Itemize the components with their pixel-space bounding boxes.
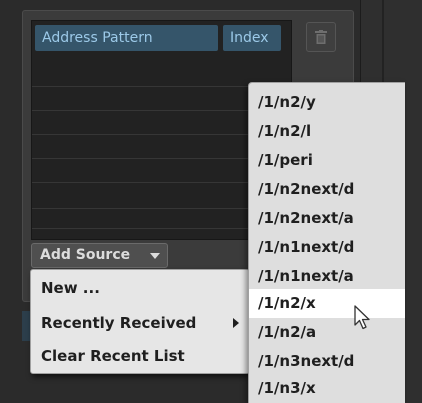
submenu-item[interactable]: /1/n1next/a <box>249 262 405 291</box>
menu-item-new[interactable]: New ... <box>31 272 249 304</box>
submenu-item[interactable]: /1/n3/x <box>249 374 405 403</box>
submenu-item[interactable]: /1/n2/a <box>249 318 405 347</box>
triangle-right-icon <box>233 318 239 328</box>
menu-item-recently-received[interactable]: Recently Received <box>31 307 249 339</box>
column-header-index[interactable]: Index <box>223 25 281 51</box>
submenu-item[interactable]: /1/peri <box>249 146 405 175</box>
menu-item-clear-recent-list[interactable]: Clear Recent List <box>31 340 249 372</box>
add-source-label: Add Source <box>40 247 131 263</box>
add-source-button[interactable]: Add Source <box>31 243 168 268</box>
menu-item-label: Clear Recent List <box>41 347 185 365</box>
submenu-item-hovered[interactable]: /1/n2/x <box>249 289 405 318</box>
submenu-item[interactable]: /1/n3next/d <box>249 347 405 376</box>
triangle-down-icon <box>150 253 160 259</box>
submenu-item[interactable]: /1/n2/l <box>249 117 405 146</box>
submenu-item[interactable]: /1/n2next/d <box>249 175 405 204</box>
mouse-cursor-icon <box>354 305 370 330</box>
submenu-item[interactable]: /1/n2/y <box>249 88 405 117</box>
menu-item-label: Recently Received <box>41 314 197 332</box>
trash-icon <box>315 30 327 44</box>
delete-button[interactable] <box>306 22 336 52</box>
submenu-item[interactable]: /1/n2next/a <box>249 204 405 233</box>
menu-item-label: New ... <box>41 279 100 297</box>
add-source-menu: New ... Recently Received Clear Recent L… <box>30 269 250 374</box>
submenu-item[interactable]: /1/n1next/d <box>249 233 405 262</box>
column-header-address-pattern[interactable]: Address Pattern <box>35 25 218 51</box>
recently-received-submenu: /1/n2/y /1/n2/l /1/peri /1/n2next/d /1/n… <box>248 82 405 403</box>
